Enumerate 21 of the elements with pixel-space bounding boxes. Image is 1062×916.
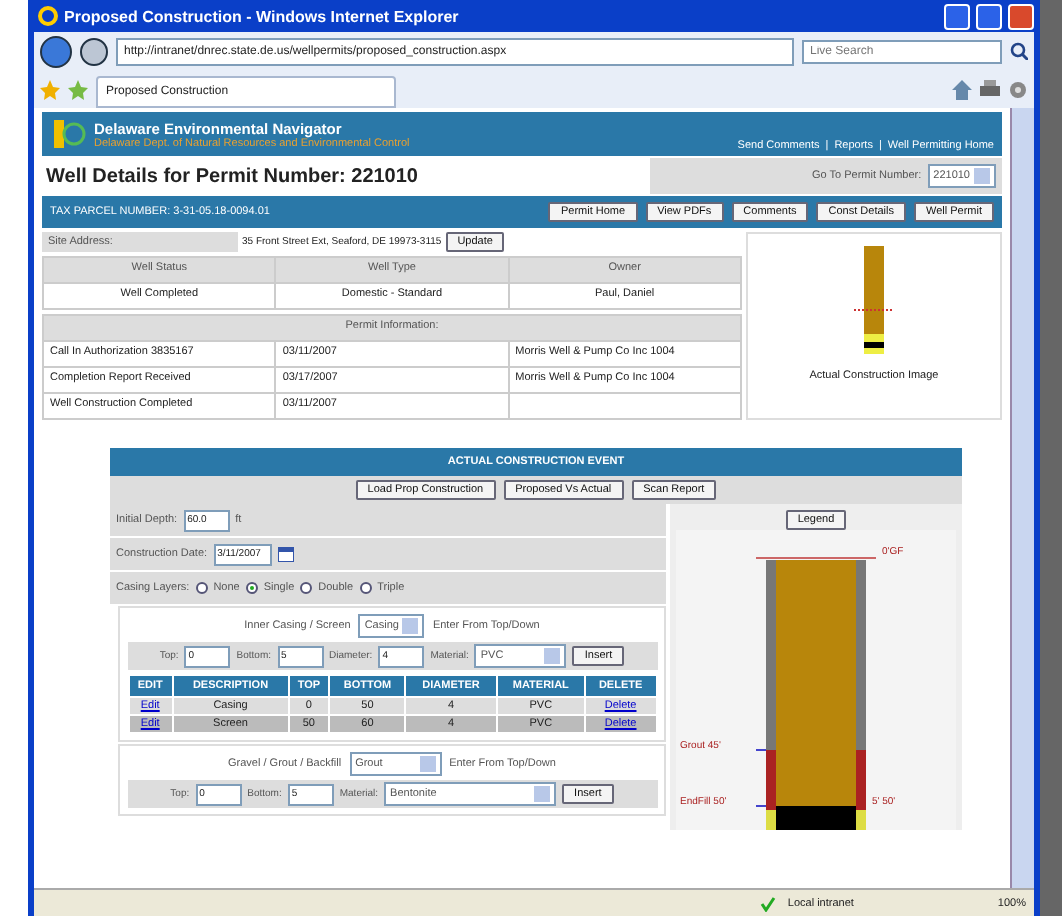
checkmark-icon <box>759 895 776 911</box>
printer-icon[interactable] <box>980 79 1000 99</box>
home-icon[interactable] <box>952 79 972 99</box>
page-title: Well Details for Permit Number: 221010 <box>44 165 420 187</box>
logo-icon <box>50 116 86 152</box>
search-icon[interactable] <box>1010 42 1028 60</box>
radio-button[interactable] <box>300 582 313 594</box>
radio-button[interactable] <box>195 582 208 594</box>
browser-icon <box>38 6 58 26</box>
forward-button[interactable] <box>80 37 108 65</box>
window-title: Proposed Construction - Windows Internet Explorer <box>64 7 461 25</box>
favorites-star-icon[interactable] <box>40 79 60 99</box>
calendar-icon[interactable] <box>277 546 294 562</box>
close-button[interactable] <box>1008 3 1034 29</box>
back-button[interactable] <box>40 35 72 67</box>
scrollbar[interactable] <box>1010 108 1034 888</box>
radio-button[interactable] <box>245 582 258 594</box>
maximize-button[interactable] <box>976 3 1002 29</box>
radio-button[interactable] <box>359 582 372 594</box>
minimize-button[interactable] <box>944 3 970 29</box>
gear-icon[interactable] <box>1008 79 1028 99</box>
